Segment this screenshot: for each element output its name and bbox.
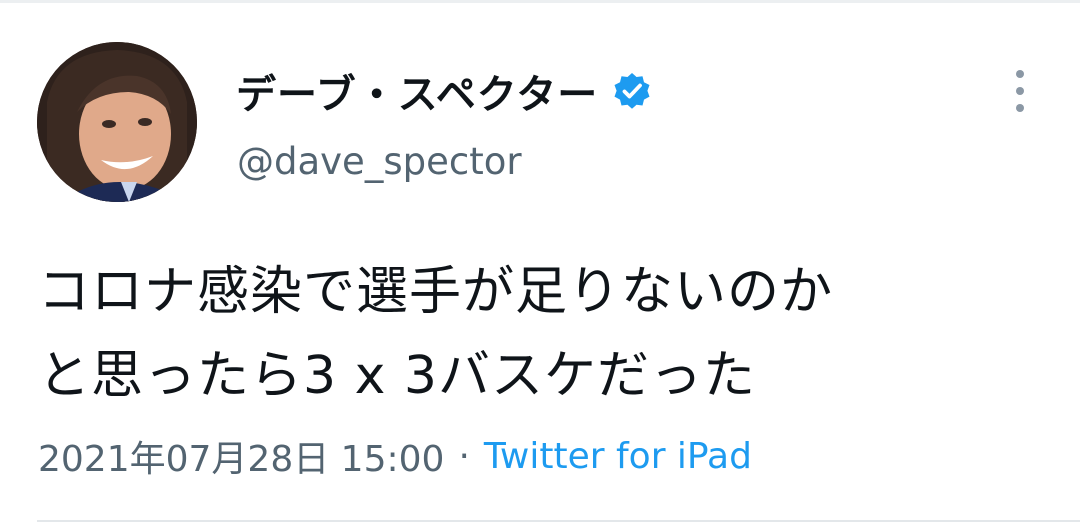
author-display-name[interactable]: デーブ・スペクター — [236, 62, 652, 120]
tweet-metadata: 2021年07月28日 15:00 · Twitter for iPad — [38, 430, 752, 482]
verified-badge-icon — [612, 71, 652, 111]
bottom-divider — [37, 520, 1080, 522]
tweet-text: コロナ感染で選手が足りないのか と思ったら3 x 3バスケだった — [38, 250, 1048, 418]
top-divider — [0, 0, 1080, 3]
tweet-source-link[interactable]: Twitter for iPad — [484, 436, 752, 477]
tweet-text-line: コロナ感染で選手が足りないのか — [38, 262, 834, 322]
tweet-timestamp[interactable]: 2021年07月28日 15:00 — [38, 430, 444, 482]
more-vertical-icon[interactable] — [1006, 70, 1034, 112]
avatar[interactable] — [37, 42, 197, 202]
meta-separator: · — [458, 435, 470, 477]
more-dot — [1016, 70, 1024, 78]
more-dot — [1016, 87, 1024, 95]
more-dot — [1016, 104, 1024, 112]
display-name-text: デーブ・スペクター — [236, 72, 599, 118]
author-handle[interactable]: @dave_spector — [237, 140, 522, 183]
tweet-text-line: と思ったら3 x 3バスケだった — [38, 346, 757, 406]
avatar-image — [37, 42, 197, 202]
